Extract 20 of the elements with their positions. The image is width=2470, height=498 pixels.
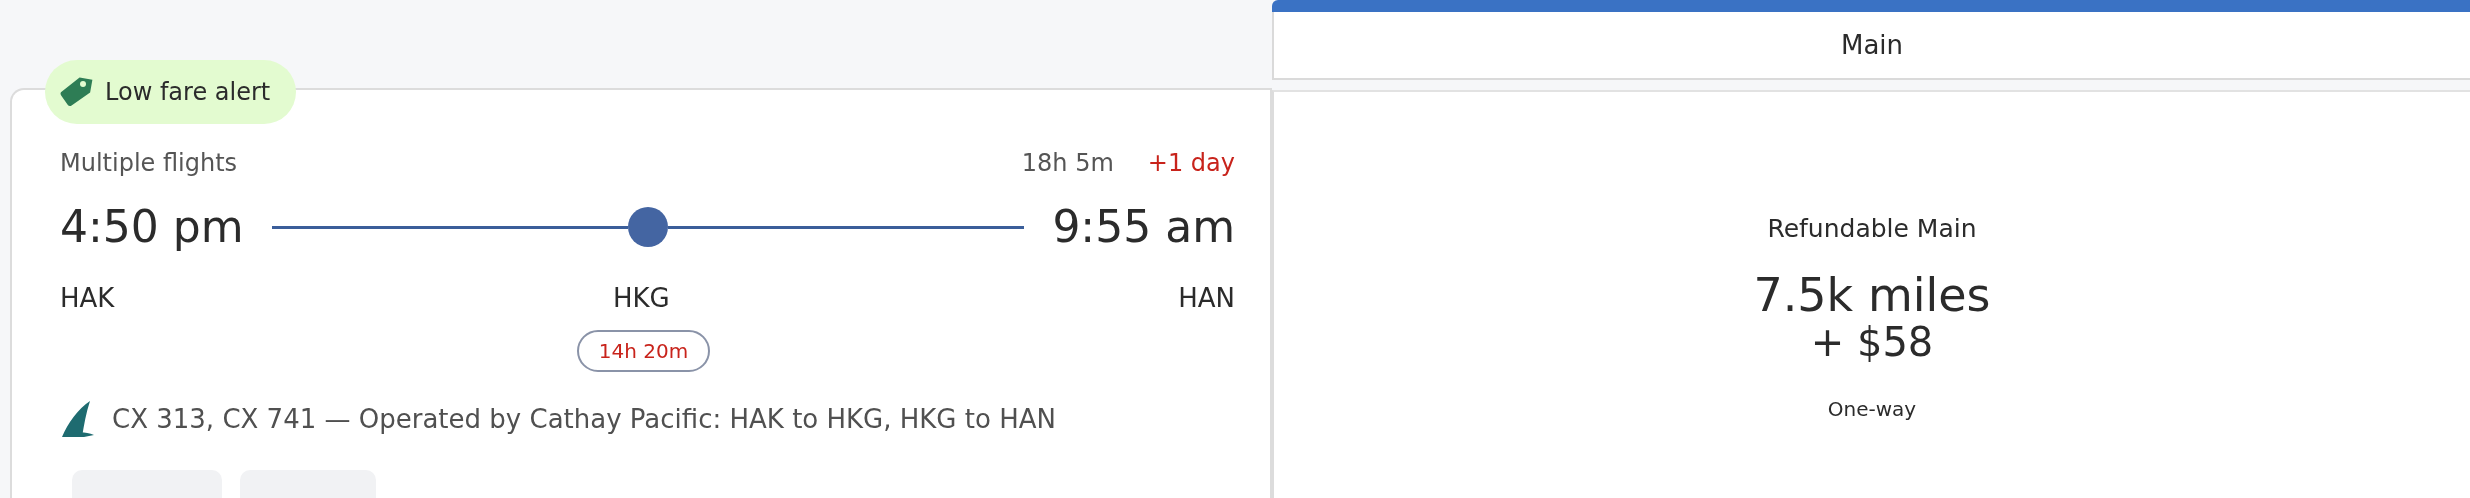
fare-name: Refundable Main [1767, 213, 1977, 245]
day-offset: +1 day [1147, 148, 1235, 179]
flight-details: CX 313, CX 741 — Operated by Cathay Pacific: HAK to HKG, HKG to HAN [112, 402, 1056, 436]
origin-code: HAK [60, 281, 115, 315]
trip-duration: 18h 5m [1021, 148, 1114, 179]
tag-icon [59, 75, 93, 109]
flight-summary: Multiple flights [60, 148, 238, 179]
cash-price: + $58 [1810, 320, 1934, 365]
stop-code: HKG [612, 281, 670, 315]
fare-option[interactable]: Refundable Main 7.5k miles + $58 One-way [1272, 90, 2470, 498]
trip-type: One-way [1827, 396, 1917, 424]
fare-class-title: Main [1840, 28, 1904, 62]
arrival-time: 9:55 am [1052, 200, 1235, 254]
stop-dot [628, 207, 668, 247]
badge-label: Low fare alert [105, 77, 271, 108]
airline-logo [60, 401, 94, 437]
miles-price: 7.5k miles [1753, 269, 1991, 321]
layover-duration: 14h 20m [576, 330, 711, 372]
destination-code: HAN [1178, 281, 1235, 315]
departure-time: 4:50 pm [60, 200, 244, 254]
